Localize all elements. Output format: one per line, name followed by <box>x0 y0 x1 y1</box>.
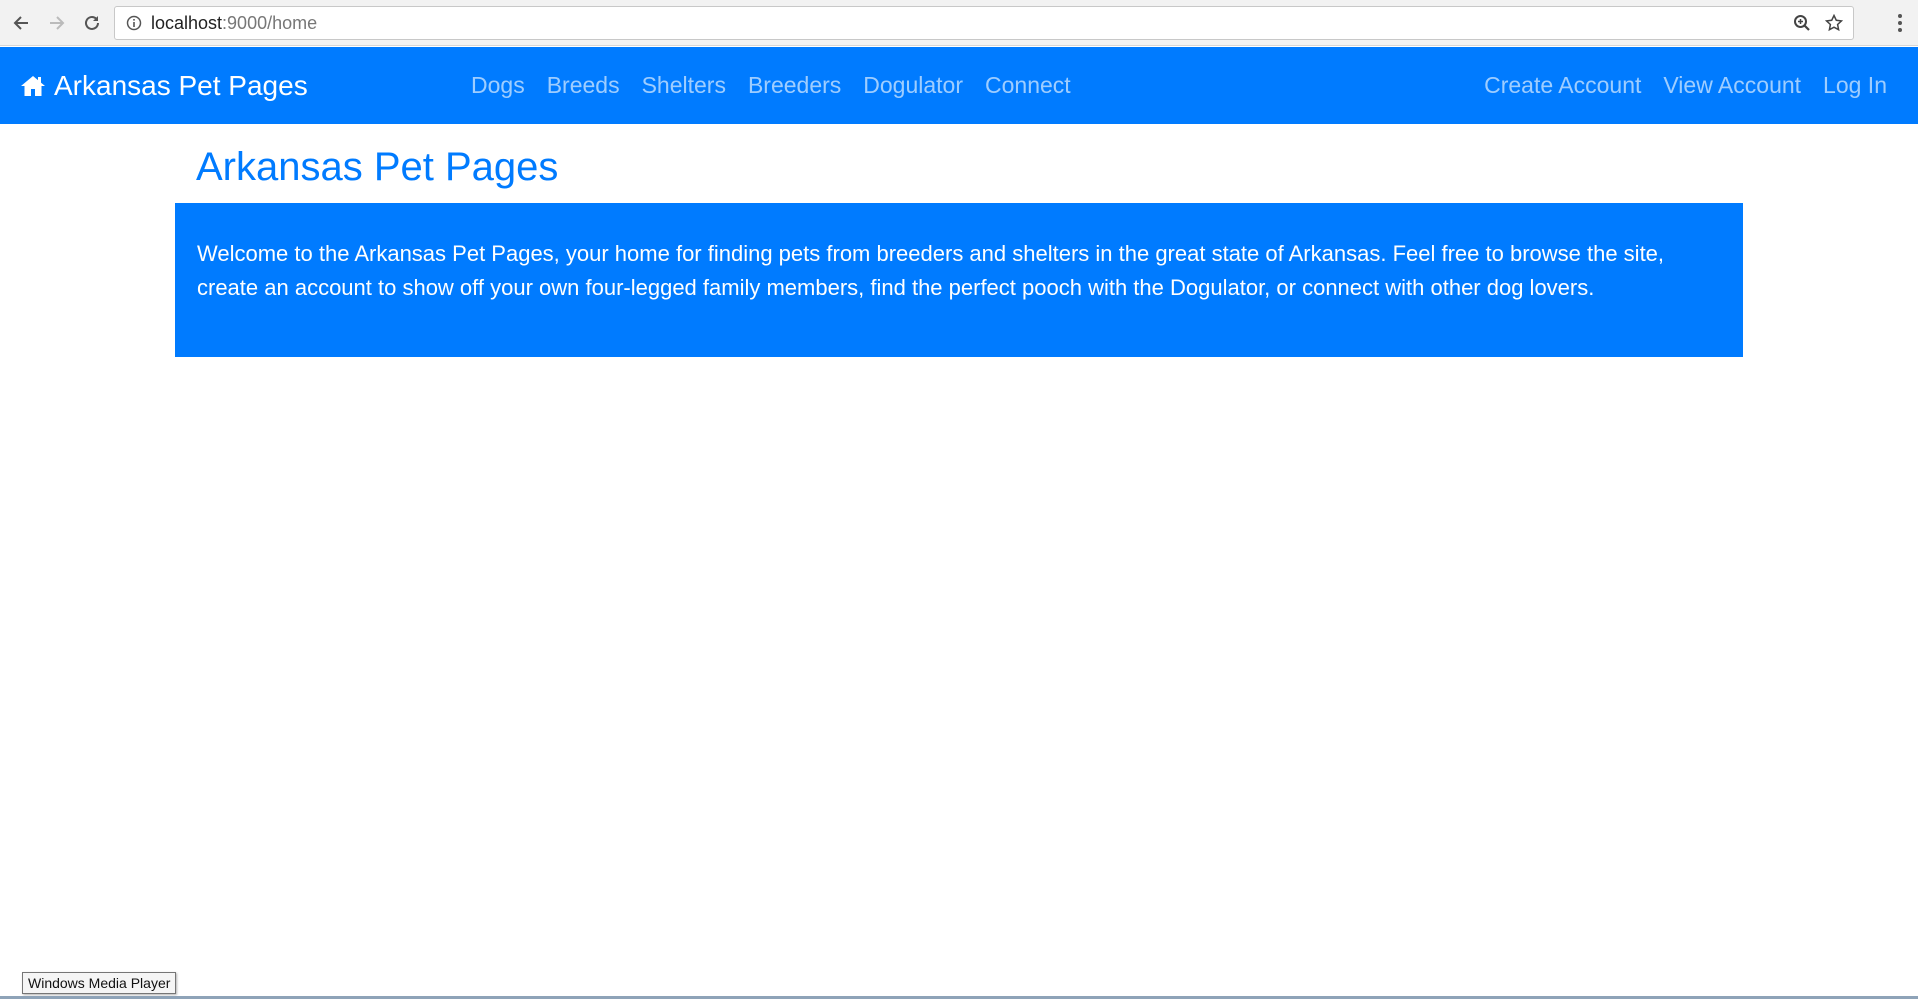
zoom-icon[interactable] <box>1791 12 1813 34</box>
nav-link-shelters[interactable]: Shelters <box>642 72 726 99</box>
nav-link-breeds[interactable]: Breeds <box>547 72 620 99</box>
taskbar-tooltip: Windows Media Player <box>22 972 177 994</box>
back-arrow-icon <box>13 16 28 30</box>
home-icon <box>20 73 46 99</box>
site-navbar: Arkansas Pet Pages Dogs Breeds Shelters … <box>0 47 1918 124</box>
back-button[interactable] <box>9 11 33 35</box>
nav-link-connect[interactable]: Connect <box>985 72 1071 99</box>
browser-toolbar: localhost:9000/home <box>0 0 1918 46</box>
nav-link-breeders[interactable]: Breeders <box>748 72 841 99</box>
main-nav: Dogs Breeds Shelters Breeders Dogulator … <box>471 47 1071 124</box>
info-icon[interactable] <box>125 14 143 32</box>
nav-link-dogulator[interactable]: Dogulator <box>863 72 963 99</box>
welcome-text: Welcome to the Arkansas Pet Pages, your … <box>197 241 1665 300</box>
reload-button[interactable] <box>80 11 104 35</box>
nav-link-create-account[interactable]: Create Account <box>1484 72 1641 99</box>
url-path: :9000/home <box>222 12 318 33</box>
account-nav: Create Account View Account Log In <box>1484 47 1887 124</box>
brand-label: Arkansas Pet Pages <box>54 69 308 101</box>
browser-menu-icon[interactable] <box>1892 11 1908 35</box>
bookmark-star-icon[interactable] <box>1823 12 1845 34</box>
brand-link[interactable]: Arkansas Pet Pages <box>20 47 308 124</box>
address-bar[interactable]: localhost:9000/home <box>114 6 1854 40</box>
page-title: Arkansas Pet Pages <box>196 145 559 189</box>
url-host: localhost <box>151 12 223 33</box>
forward-arrow-icon <box>50 16 65 30</box>
nav-link-dogs[interactable]: Dogs <box>471 72 525 99</box>
forward-button[interactable] <box>45 11 69 35</box>
url-text[interactable]: localhost:9000/home <box>151 13 317 34</box>
welcome-jumbotron: Welcome to the Arkansas Pet Pages, your … <box>175 203 1743 357</box>
nav-link-view-account[interactable]: View Account <box>1663 72 1801 99</box>
reload-icon <box>85 15 99 30</box>
nav-link-log-in[interactable]: Log In <box>1823 72 1887 99</box>
